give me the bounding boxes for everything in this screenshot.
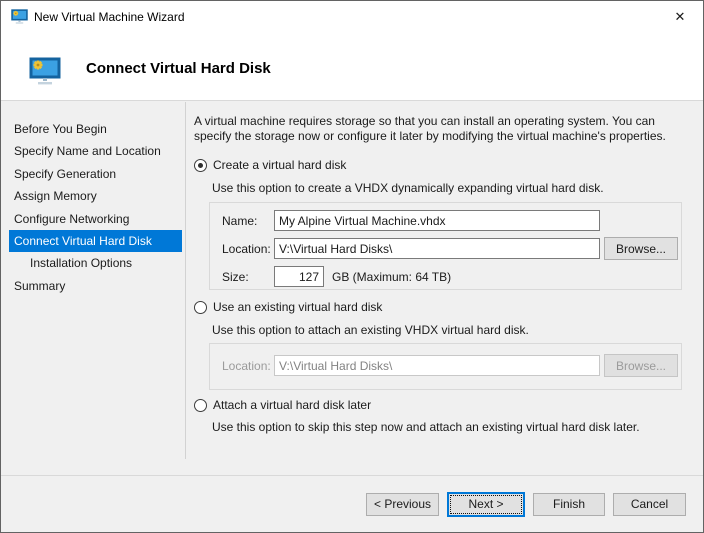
existing-location-label: Location: xyxy=(222,359,271,373)
wizard-steps-sidebar: Before You Begin Specify Name and Locati… xyxy=(9,118,182,297)
existing-disk-label: Use an existing virtual hard disk xyxy=(213,300,383,314)
attach-later-radio[interactable] xyxy=(194,398,207,412)
browse-button[interactable]: Browse... xyxy=(604,237,678,260)
close-button[interactable]: ✕ xyxy=(657,1,703,32)
sidebar-item-assign-memory[interactable]: Assign Memory xyxy=(9,185,182,207)
sidebar-item-configure-networking[interactable]: Configure Networking xyxy=(9,208,182,230)
existing-disk-radio[interactable] xyxy=(194,300,207,314)
create-disk-description: Use this option to create a VHDX dynamic… xyxy=(212,181,604,195)
attach-later-description: Use this option to skip this step now an… xyxy=(212,420,640,434)
attach-later-option[interactable]: Attach a virtual hard disk later xyxy=(194,398,371,412)
next-button[interactable]: Next > xyxy=(447,491,525,517)
previous-button[interactable]: < Previous xyxy=(366,492,439,516)
existing-disk-option[interactable]: Use an existing virtual hard disk xyxy=(194,300,382,314)
existing-disk-description: Use this option to attach an existing VH… xyxy=(212,323,529,337)
location-input[interactable] xyxy=(274,238,600,259)
existing-location-input xyxy=(274,355,600,376)
footer-buttons: < Previous Next > Finish Cancel xyxy=(366,490,686,518)
name-label: Name: xyxy=(222,214,258,228)
sidebar-divider xyxy=(185,102,186,459)
vm-monitor-icon-large xyxy=(29,57,61,85)
create-disk-radio[interactable] xyxy=(194,158,207,172)
finish-button[interactable]: Finish xyxy=(533,492,605,516)
existing-browse-button: Browse... xyxy=(604,354,678,377)
attach-later-label: Attach a virtual hard disk later xyxy=(213,398,372,412)
close-icon: ✕ xyxy=(674,8,686,24)
sidebar-item-specify-name-and-location[interactable]: Specify Name and Location xyxy=(9,140,182,162)
name-input[interactable] xyxy=(274,210,600,231)
footer-divider xyxy=(1,475,703,476)
window-title: New Virtual Machine Wizard xyxy=(34,10,185,24)
wizard-window: New Virtual Machine Wizard ✕ Connect Vir… xyxy=(0,0,704,533)
existing-disk-groupbox: Location: Browse... xyxy=(209,343,682,390)
create-disk-option[interactable]: Create a virtual hard disk xyxy=(194,158,346,172)
sidebar-item-summary[interactable]: Summary xyxy=(9,275,182,297)
vm-monitor-icon xyxy=(11,9,28,24)
size-suffix-text: GB (Maximum: 64 TB) xyxy=(332,270,452,284)
sidebar-item-connect-virtual-hard-disk[interactable]: Connect Virtual Hard Disk xyxy=(9,229,182,253)
sidebar-item-specify-generation[interactable]: Specify Generation xyxy=(9,163,182,185)
window-chrome: New Virtual Machine Wizard ✕ Connect Vir… xyxy=(1,1,703,101)
location-label: Location: xyxy=(222,242,271,256)
sidebar-item-before-you-begin[interactable]: Before You Begin xyxy=(9,118,182,140)
size-label: Size: xyxy=(222,270,249,284)
intro-text: A virtual machine requires storage so th… xyxy=(194,114,666,143)
create-disk-groupbox: Name: Location: Browse... Size: GB (Maxi… xyxy=(209,202,682,290)
page-title: Connect Virtual Hard Disk xyxy=(86,60,271,77)
sidebar-item-installation-options[interactable]: Installation Options xyxy=(9,252,182,274)
cancel-button[interactable]: Cancel xyxy=(613,492,686,516)
create-disk-label: Create a virtual hard disk xyxy=(213,158,347,172)
size-input[interactable] xyxy=(274,266,324,287)
